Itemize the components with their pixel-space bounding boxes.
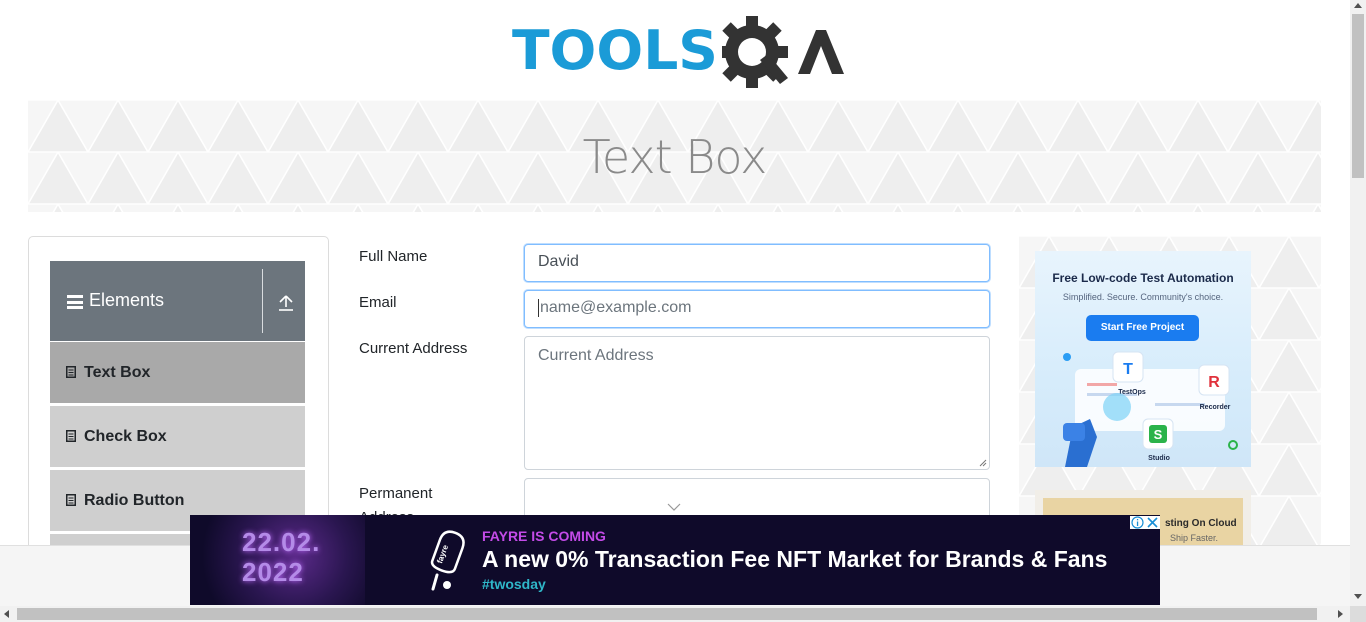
- full-name-value: David: [538, 253, 579, 270]
- ad-title: Free Low-code Test Automation: [1052, 271, 1234, 285]
- ad-illustration: T TestOps R Recorder S Studio: [1063, 351, 1238, 467]
- info-icon[interactable]: [1131, 516, 1144, 529]
- horizontal-scroll-thumb[interactable]: [17, 608, 1317, 620]
- logo-qa-gear-icon: [722, 16, 844, 88]
- text-caret: [538, 299, 539, 317]
- sidebar-item-text-box[interactable]: Text Box: [50, 342, 305, 404]
- full-name-label: Full Name: [359, 248, 428, 265]
- page-banner: Text Box: [28, 100, 1321, 212]
- scroll-up-arrow-icon[interactable]: [1354, 3, 1362, 8]
- ad-headline: A new 0% Transaction Fee NFT Market for …: [482, 546, 1108, 572]
- ad-date-line2: 2022: [242, 557, 304, 587]
- recorder-label: Recorder: [1200, 404, 1231, 411]
- sidebar-item-label: Text Box: [84, 364, 151, 381]
- sidebar-item-label: Check Box: [84, 428, 167, 445]
- scrollbar-corner: [1350, 606, 1366, 622]
- adchoices[interactable]: [1130, 516, 1160, 529]
- ad-kicker: FAYRE IS COMING: [482, 528, 606, 544]
- toolsqa-logo[interactable]: TOOLS: [511, 14, 844, 92]
- svg-text:R: R: [1208, 374, 1220, 391]
- sidebar-group-title: Elements: [89, 290, 165, 310]
- full-name-input[interactable]: David: [524, 244, 990, 282]
- document-icon: [66, 366, 76, 378]
- page-title: Text Box: [582, 130, 768, 184]
- current-address-textarea[interactable]: Current Address: [524, 336, 990, 470]
- studio-label: Studio: [1148, 455, 1170, 462]
- ad-date-line1: 22.02.: [242, 527, 321, 557]
- popsicle-icon: fayre: [430, 530, 465, 591]
- svg-text:T: T: [1123, 361, 1133, 378]
- sidebar-group-elements[interactable]: Elements: [50, 261, 305, 341]
- ad-date-art: 22.02. 2022: [242, 527, 320, 587]
- resize-handle-icon[interactable]: [979, 459, 987, 467]
- sidebar-item-check-box[interactable]: Check Box: [50, 406, 305, 468]
- katalon-ad[interactable]: Free Low-code Test Automation Simplified…: [1035, 251, 1251, 467]
- ad-sub-fragment: Ship Faster.: [1170, 533, 1219, 543]
- ad-hashtag: #twosday: [482, 576, 546, 592]
- svg-text:S: S: [1154, 427, 1163, 442]
- ad-subtitle: Simplified. Secure. Community's choice.: [1062, 292, 1224, 302]
- vertical-scrollbar[interactable]: [1350, 0, 1366, 606]
- email-label: Email: [359, 294, 397, 311]
- logo-text: TOOLS: [511, 19, 718, 82]
- permanent-address-label: Permanent Address: [359, 485, 433, 516]
- scroll-left-arrow-icon[interactable]: [4, 610, 9, 618]
- chevron-down-icon: [667, 503, 681, 511]
- sidebar-item-label: Radio Button: [84, 492, 185, 509]
- email-input[interactable]: name@example.com: [524, 290, 990, 328]
- collapse-up-icon[interactable]: [276, 293, 296, 313]
- current-address-label: Current Address: [359, 340, 468, 357]
- ad-title-fragment: sting On Cloud: [1165, 518, 1237, 529]
- current-address-placeholder: Current Address: [538, 347, 654, 364]
- scroll-down-arrow-icon[interactable]: [1354, 594, 1362, 599]
- close-icon[interactable]: [1146, 516, 1159, 529]
- start-free-project-button[interactable]: Start Free Project: [1086, 315, 1199, 341]
- email-placeholder: name@example.com: [540, 299, 692, 317]
- header-divider: [262, 269, 263, 333]
- document-icon: [66, 494, 76, 506]
- bottom-banner-ad[interactable]: 22.02. 2022 fayre FAYRE IS COMING A new …: [190, 515, 1160, 605]
- hamburger-icon: [67, 295, 83, 309]
- scroll-right-arrow-icon[interactable]: [1338, 610, 1343, 618]
- horizontal-scrollbar[interactable]: [0, 606, 1350, 622]
- vertical-scroll-thumb[interactable]: [1352, 14, 1364, 178]
- document-icon: [66, 430, 76, 442]
